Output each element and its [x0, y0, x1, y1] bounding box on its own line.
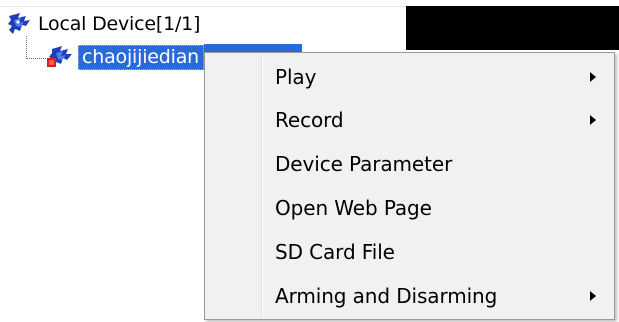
menu-item-open-web-page[interactable]: Open Web Page: [207, 187, 610, 229]
tree-node-device[interactable]: chaojijiedian: [46, 44, 204, 70]
app-window: Local Device[1/1] chaojijiedian Play Rec…: [0, 0, 619, 322]
video-preview-panel[interactable]: [406, 6, 619, 50]
device-node-icon: [46, 45, 72, 69]
tree-connector-vertical: [26, 36, 27, 59]
menu-item-arming-disarming[interactable]: Arming and Disarming: [207, 275, 610, 317]
menu-item-label: Arming and Disarming: [275, 284, 498, 308]
tree-node-label-selected: chaojijiedian: [78, 44, 204, 70]
menu-item-record[interactable]: Record: [207, 99, 610, 141]
tree-top-border: [0, 6, 406, 7]
menu-item-label: Record: [275, 108, 344, 132]
menu-item-label: Play: [275, 65, 317, 89]
tree-node-label: Local Device[1/1]: [38, 13, 201, 35]
submenu-arrow-icon: [590, 115, 596, 125]
menu-item-label: SD Card File: [275, 240, 395, 264]
submenu-arrow-icon: [590, 72, 596, 82]
context-menu: Play Record Device Parameter Open Web Pa…: [204, 52, 615, 320]
tree-connector-horizontal: [26, 58, 48, 59]
menu-item-sd-card-file[interactable]: SD Card File: [207, 231, 610, 273]
submenu-arrow-icon: [590, 291, 596, 301]
tree-node-local-device[interactable]: Local Device[1/1]: [6, 12, 200, 36]
menu-item-label: Device Parameter: [275, 152, 453, 176]
device-group-icon: [6, 12, 32, 36]
menu-item-device-parameter[interactable]: Device Parameter: [207, 143, 610, 185]
menu-item-play[interactable]: Play: [207, 56, 610, 98]
menu-item-label: Open Web Page: [275, 196, 432, 220]
